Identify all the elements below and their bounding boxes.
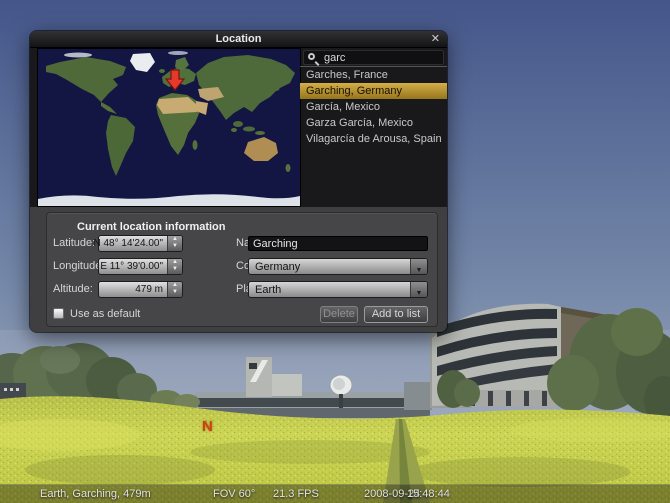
spin-down-icon[interactable]: ▼ <box>168 289 182 296</box>
use-as-default-label: Use as default <box>70 308 140 320</box>
stellarium-screen: N Earth, Garching, 479m FOV 60° 21.3 FPS… <box>0 0 670 503</box>
altitude-label: Altitude: <box>53 283 93 295</box>
spin-up-icon[interactable]: ▲ <box>168 282 182 289</box>
close-icon[interactable]: ✕ <box>431 32 440 47</box>
longitude-label: Longitude: <box>53 260 104 272</box>
map-panel: garc Garches, France Garching, Germany G… <box>30 48 447 207</box>
altitude-value: 479 m <box>135 284 163 295</box>
spin-up-icon[interactable]: ▲ <box>168 236 182 243</box>
list-item-selected[interactable]: Garching, Germany <box>300 83 447 99</box>
planet-dropdown-button[interactable]: ▼ <box>410 282 427 297</box>
location-form-panel: Current location information Latitude: N… <box>30 207 447 332</box>
list-item[interactable]: Garches, France <box>300 67 447 83</box>
world-map[interactable] <box>38 49 300 206</box>
dialog-title: Location <box>30 33 447 45</box>
latitude-label: Latitude: <box>53 237 95 249</box>
search-panel: garc Garches, France Garching, Germany G… <box>300 48 447 207</box>
planet-dropdown[interactable]: Earth ▼ <box>248 281 428 298</box>
list-item[interactable]: Vilagarcía de Arousa, Spain <box>300 131 447 147</box>
country-value: Germany <box>255 261 300 273</box>
search-text: garc <box>324 52 345 64</box>
status-bar: Earth, Garching, 479m FOV 60° 21.3 FPS 2… <box>0 484 670 503</box>
search-input[interactable]: garc <box>303 50 444 65</box>
country-dropdown[interactable]: Germany ▼ <box>248 258 428 275</box>
name-city-input[interactable] <box>248 236 428 251</box>
planet-value: Earth <box>255 284 281 296</box>
longitude-spinbox[interactable]: E 11° 39'0.00" ▲▼ <box>98 258 183 275</box>
longitude-spin-buttons[interactable]: ▲▼ <box>167 259 182 274</box>
search-icon <box>308 53 315 60</box>
altitude-spin-buttons[interactable]: ▲▼ <box>167 282 182 297</box>
location-dialog: Location ✕ <box>30 31 447 332</box>
status-fps: 21.3 FPS <box>273 488 319 500</box>
dialog-titlebar[interactable]: Location ✕ <box>30 31 447 48</box>
status-time: 15:48:44 <box>407 488 450 500</box>
location-list: Garches, France Garching, Germany García… <box>300 67 447 147</box>
spin-down-icon[interactable]: ▼ <box>168 243 182 250</box>
spin-up-icon[interactable]: ▲ <box>168 259 182 266</box>
delete-button[interactable]: Delete <box>320 306 358 323</box>
chevron-down-icon: ▼ <box>416 267 423 274</box>
status-location: Earth, Garching, 479m <box>40 488 151 500</box>
chevron-down-icon: ▼ <box>416 290 423 297</box>
cardinal-north-label: N <box>202 418 213 435</box>
status-fov: FOV 60° <box>213 488 255 500</box>
latitude-spin-buttons[interactable]: ▲▼ <box>167 236 182 251</box>
group-title: Current location information <box>77 221 226 233</box>
country-dropdown-button[interactable]: ▼ <box>410 259 427 274</box>
altitude-spinbox[interactable]: 479 m ▲▼ <box>98 281 183 298</box>
latitude-spinbox[interactable]: N 48° 14'24.00" ▲▼ <box>98 235 183 252</box>
list-item[interactable]: García, Mexico <box>300 99 447 115</box>
latitude-value: N 48° 14'24.00" <box>93 238 163 249</box>
use-as-default-checkbox[interactable] <box>53 308 64 319</box>
list-item[interactable]: Garza García, Mexico <box>300 115 447 131</box>
add-to-list-button[interactable]: Add to list <box>364 306 428 323</box>
longitude-value: E 11° 39'0.00" <box>100 261 163 272</box>
spin-down-icon[interactable]: ▼ <box>168 266 182 273</box>
